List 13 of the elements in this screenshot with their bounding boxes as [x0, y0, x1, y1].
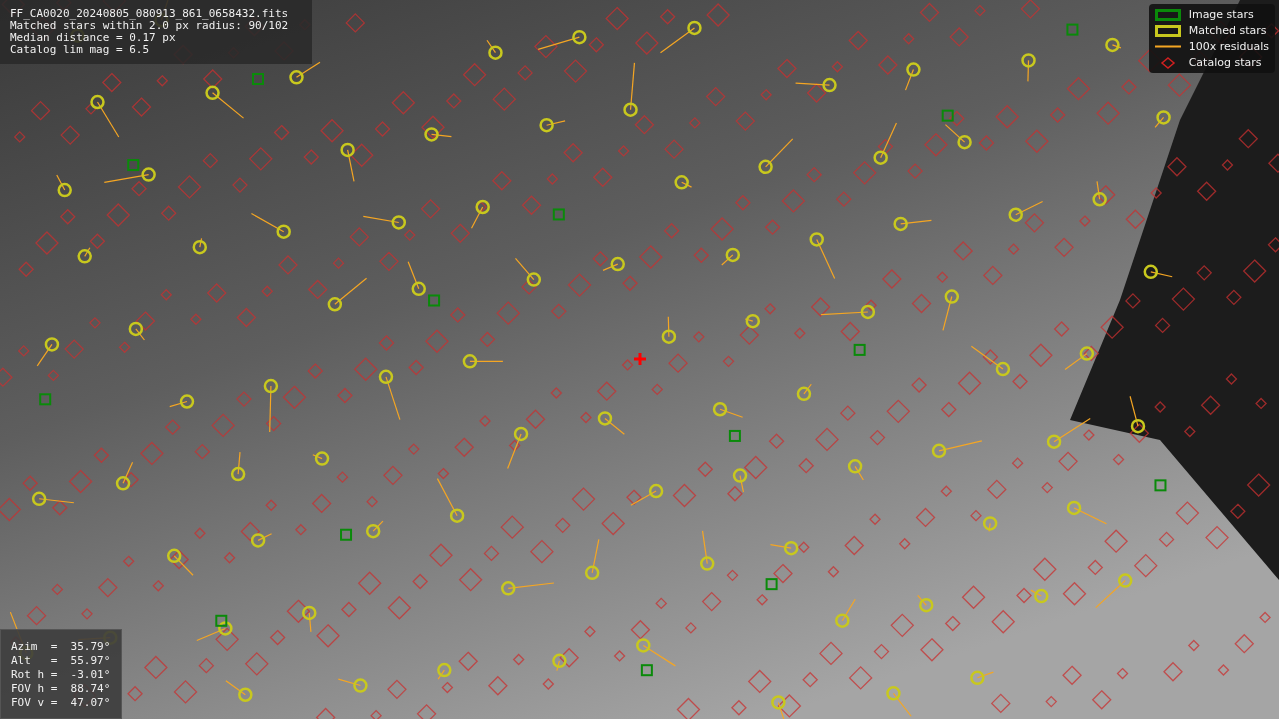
info-text: FF_CA0020_20240805_080913_861_0658432.fits	[10, 8, 290, 20]
legend-label: Catalog stars	[1188, 56, 1262, 69]
legend-label: 100x residuals	[1188, 40, 1269, 53]
pointing-text: Azim = 35.79°	[11, 640, 111, 654]
info-text: Matched stars within 2.0 px radius: 90/102	[10, 20, 290, 32]
pointing-text: Rot h = -3.01°	[11, 668, 111, 682]
info-text: Catalog lim mag = 6.5	[10, 44, 151, 56]
pointing-text: FOV h = 88.74°	[11, 682, 111, 696]
legend-label: Matched stars	[1188, 24, 1267, 37]
pointing-text: FOV v = 47.07°	[11, 696, 111, 710]
legend-label: Image stars	[1188, 8, 1254, 21]
pointing-text: Alt = 55.97°	[11, 654, 111, 668]
info-text: Median distance = 0.17 px	[10, 32, 177, 44]
